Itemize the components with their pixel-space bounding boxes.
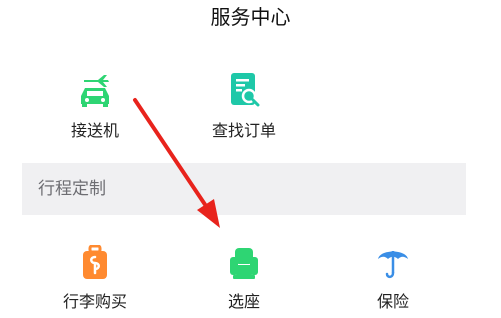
service-label: 行李购买 xyxy=(62,292,127,311)
service-label: 保险 xyxy=(376,292,409,311)
section-header: 行程定制 xyxy=(22,163,466,215)
service-label: 接送机 xyxy=(70,121,119,140)
service-seat-selection[interactable]: 选座 xyxy=(189,245,299,313)
section-title: 行程定制 xyxy=(38,179,106,199)
service-find-order[interactable]: 查找订单 xyxy=(189,72,299,142)
car-plane-icon xyxy=(81,75,109,107)
umbrella-icon xyxy=(378,251,408,279)
service-label: 查找订单 xyxy=(211,121,276,140)
seat-icon xyxy=(230,248,258,279)
page-title: 服务中心 xyxy=(210,5,291,29)
service-luggage-purchase[interactable]: 行李购买 xyxy=(40,245,150,313)
order-search-icon xyxy=(231,73,260,107)
luggage-icon xyxy=(83,245,107,279)
service-label: 选座 xyxy=(227,292,260,311)
service-insurance[interactable]: 保险 xyxy=(338,245,448,313)
service-pickup-dropoff[interactable]: 接送机 xyxy=(40,72,150,142)
